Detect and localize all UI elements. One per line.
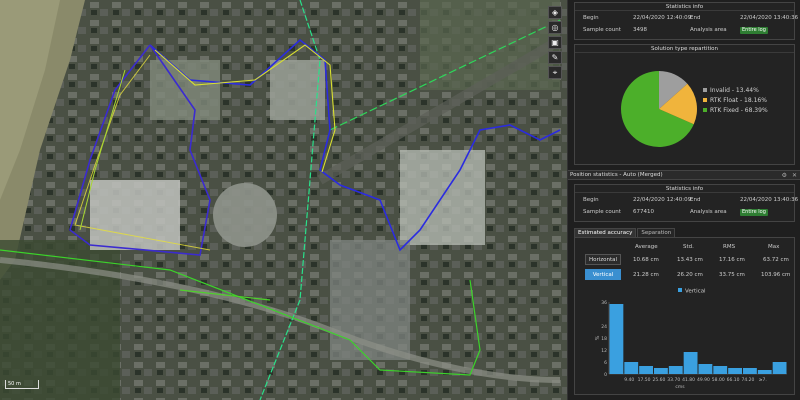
col-header-std: Std. [683, 244, 694, 250]
begin-label: Begin [583, 15, 599, 21]
ruler-icon[interactable]: ✎ [548, 51, 562, 64]
analysis-area-label: Analysis area [690, 209, 727, 215]
marker-icon[interactable]: ⌖ [548, 66, 562, 79]
x-tick-label: 9.40 [624, 377, 634, 383]
legend-swatch-rtk-fixed [703, 108, 707, 112]
gear-icon[interactable]: ⚙ [782, 172, 787, 179]
end-label: End [690, 197, 701, 203]
analysis-area-badge[interactable]: Entire log [740, 27, 768, 34]
estimated-accuracy-pane: Average Std. RMS Max Horizontal 10.68 cm… [574, 237, 795, 395]
horizontal-max: 63.72 cm [763, 257, 789, 263]
sample-count-value: 3498 [633, 27, 647, 33]
legend-label-rtk-fixed: RTK Fixed - 68.39% [710, 107, 768, 114]
end-value: 22/04/2020 13:40:36 [740, 15, 799, 21]
col-header-rms: RMS [723, 244, 736, 250]
map-view[interactable]: ◈ ◎ ▣ ✎ ⌖ 50 m [0, 0, 567, 400]
x-tick-label: 25.60 [652, 377, 665, 383]
end-label: End [690, 15, 701, 21]
legend-item-rtk-fixed: RTK Fixed - 68.39% [703, 107, 768, 117]
position-statistics-header: Position statistics - Auto (Merged) ⚙ ✕ [568, 170, 800, 180]
satellite-imagery [0, 0, 567, 400]
y-tick-label: 12 [601, 348, 607, 354]
legend-swatch-vertical [678, 288, 682, 292]
tab-estimated-accuracy[interactable]: Estimated accuracy [574, 228, 637, 237]
pie-legend: Invalid - 13.44% RTK Float - 18.16% RTK … [703, 87, 768, 117]
sample-count-value: 677410 [633, 209, 654, 215]
statistics-panel: Statistics info Begin 22/04/2020 12:40:0… [567, 0, 800, 400]
sample-count-label: Sample count [583, 209, 621, 215]
close-icon[interactable]: ✕ [792, 172, 797, 179]
legend-item-invalid: Invalid - 13.44% [703, 87, 768, 97]
histogram-bar [668, 366, 683, 374]
scale-bar: 50 m [5, 380, 39, 389]
statistics-info-box: Statistics info Begin 22/04/2020 12:40:0… [574, 2, 799, 40]
vertical-rms: 33.75 cm [719, 272, 745, 278]
x-tick-label: 41.80 [682, 377, 695, 383]
vertical-average: 21.28 cm [633, 272, 659, 278]
x-tick-label: 17.50 [638, 377, 651, 383]
y-tick-label: 6 [604, 360, 607, 366]
locate-icon[interactable]: ◎ [548, 21, 562, 34]
col-header-average: Average [635, 244, 658, 250]
vertical-max: 103.96 cm [761, 272, 791, 278]
histogram-bar [728, 368, 742, 374]
map-toolbar: ◈ ◎ ▣ ✎ ⌖ [548, 6, 562, 81]
y-tick-label: 36 [601, 300, 607, 306]
statistics-info-box-bottom: Statistics info Begin 22/04/2020 12:40:0… [574, 184, 799, 222]
analysis-area-badge[interactable]: Entire log [740, 209, 768, 216]
solution-type-title: Solution type repartition [575, 45, 794, 53]
legend-swatch-invalid [703, 88, 707, 92]
vertical-std: 26.20 cm [677, 272, 703, 278]
histogram-bar [624, 362, 639, 374]
legend-label-rtk-float: RTK Float - 18.16% [710, 97, 767, 104]
row-vertical-button[interactable]: Vertical [585, 269, 621, 280]
x-axis-label: cms [675, 385, 685, 390]
solution-type-box: Solution type repartition Invalid - 13.4… [574, 44, 795, 165]
histogram-bar [654, 368, 668, 374]
vertical-accuracy-histogram: Vertical 36 24 18 12 6 0% 9.40 17.50 25.60 33.70 41… [595, 288, 787, 390]
stats-tabs: Estimated accuracy Separation [574, 228, 676, 237]
end-value: 22/04/2020 13:40:36 [740, 197, 799, 203]
legend-swatch-rtk-float [703, 98, 707, 102]
y-tick-label: 0 [604, 372, 607, 378]
histogram-bar [698, 364, 713, 374]
x-tick-label: 49.90 [697, 377, 710, 383]
horizontal-average: 10.68 cm [633, 257, 659, 263]
y-tick-label: 24 [601, 324, 607, 330]
tab-separation[interactable]: Separation [637, 228, 676, 237]
horizontal-std: 13.43 cm [677, 257, 703, 263]
x-tick-label: ≥7. [759, 377, 767, 383]
horizontal-rms: 17.16 cm [719, 257, 745, 263]
x-tick-label: 33.70 [667, 377, 680, 383]
y-tick-label: 18 [601, 336, 607, 342]
pane-title: Position statistics - Auto (Merged) [570, 172, 663, 178]
statistics-info-title-bottom: Statistics info [575, 185, 794, 193]
row-horizontal-button[interactable]: Horizontal [585, 254, 621, 265]
layers-icon[interactable]: ◈ [548, 6, 562, 19]
histogram-bar [757, 370, 772, 374]
histogram-bar [743, 368, 757, 374]
legend-item-rtk-float: RTK Float - 18.16% [703, 97, 768, 107]
histogram-bar [683, 352, 698, 374]
solution-pie-chart [621, 71, 697, 147]
histogram-bar [639, 366, 653, 374]
statistics-info-title: Statistics info [575, 3, 794, 11]
x-tick-label: 58.00 [712, 377, 725, 383]
x-tick-label: 74.20 [741, 377, 754, 383]
legend-label-invalid: Invalid - 13.44% [710, 87, 759, 94]
camera-icon[interactable]: ▣ [548, 36, 562, 49]
x-tick-label: 66.10 [727, 377, 740, 383]
legend-label-vertical: Vertical [685, 289, 706, 295]
histogram-bar [609, 304, 624, 374]
begin-label: Begin [583, 197, 599, 203]
begin-value: 22/04/2020 12:40:09 [633, 197, 692, 203]
histogram-bar [772, 362, 787, 374]
sample-count-label: Sample count [583, 27, 621, 33]
analysis-area-label: Analysis area [690, 27, 727, 33]
begin-value: 22/04/2020 12:40:09 [633, 15, 692, 21]
histogram-bar [713, 366, 728, 374]
col-header-max: Max [768, 244, 780, 250]
y-axis-label: % [595, 335, 601, 340]
